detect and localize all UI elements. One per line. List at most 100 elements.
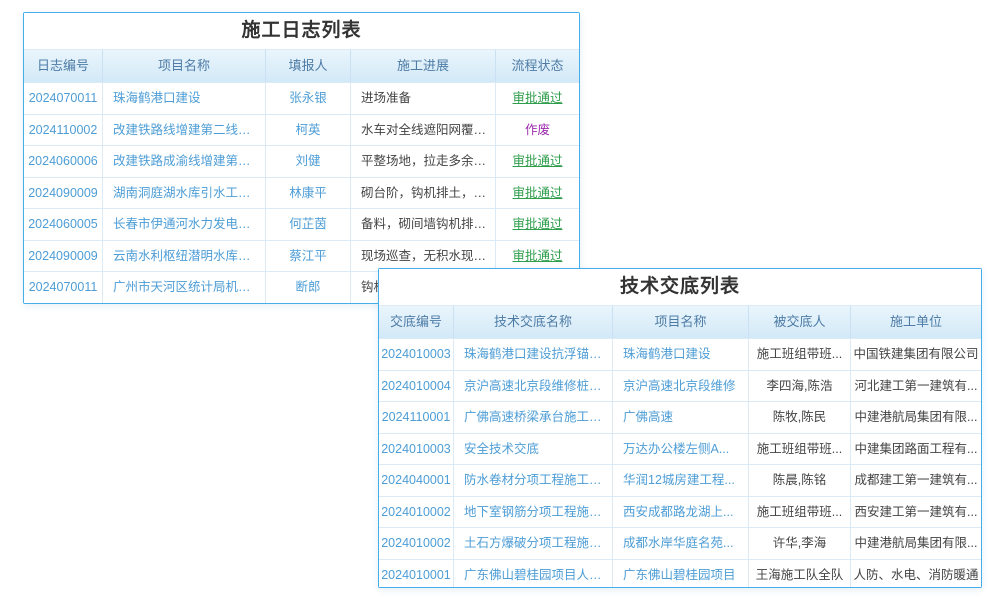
disclosure-unit-text: 成都建工第一建筑有...: [851, 465, 981, 496]
disclosure-name-link[interactable]: 广佛高速桥梁承台施工技...: [454, 402, 613, 433]
disclosure-person-text: 陈牧,陈民: [749, 402, 851, 433]
log-project-link[interactable]: 长春市伊通河水力发电厂...: [103, 209, 266, 240]
log-col-reporter: 填报人: [266, 50, 351, 82]
log-id-link[interactable]: 2024090009: [24, 241, 103, 272]
log-table-row: 2024110002改建铁路线增建第二线直...柯英水车对全线遮阳网覆盖点进..…: [24, 114, 579, 146]
log-progress-text: 进场准备: [351, 83, 496, 114]
disclosure-id-link[interactable]: 2024040001: [379, 465, 454, 496]
disclosure-id-link[interactable]: 2024010004: [379, 371, 454, 402]
technical-disclosure-title: 技术交底列表: [379, 269, 981, 305]
log-project-link[interactable]: 云南水利枢纽潜明水库一...: [103, 241, 266, 272]
disclosure-unit-text: 西安建工第一建筑有...: [851, 497, 981, 528]
log-reporter-link[interactable]: 柯英: [266, 115, 351, 146]
disclosure-name-link[interactable]: 珠海鹤港口建设抗浮锚杆...: [454, 339, 613, 370]
log-progress-text: 砌台阶，钩机排土，二包砌...: [351, 178, 496, 209]
disclosure-id-link[interactable]: 2024010001: [379, 560, 454, 588]
disclosure-person-text: 陈晨,陈铭: [749, 465, 851, 496]
log-reporter-link[interactable]: 刘健: [266, 146, 351, 177]
log-id-link[interactable]: 2024090009: [24, 178, 103, 209]
disclosure-table-row: 2024010002土石方爆破分项工程施工...成都水岸华庭名苑...许华,李海…: [379, 527, 981, 559]
log-progress-text: 现场巡查，无积水现象，水...: [351, 241, 496, 272]
disclosure-col-name: 技术交底名称: [454, 306, 613, 338]
disclosure-project-link[interactable]: 珠海鹤港口建设: [613, 339, 749, 370]
disclosure-project-link[interactable]: 西安成都路龙湖上...: [613, 497, 749, 528]
disclosure-person-text: 施工班组带班...: [749, 339, 851, 370]
log-progress-text: 备料，砌间墙钩机排土，瓦...: [351, 209, 496, 240]
disclosure-unit-text: 中建集团路面工程有...: [851, 434, 981, 465]
disclosure-name-link[interactable]: 安全技术交底: [454, 434, 613, 465]
log-project-link[interactable]: 湖南洞庭湖水库引水工程...: [103, 178, 266, 209]
disclosure-id-link[interactable]: 2024010003: [379, 339, 454, 370]
disclosure-unit-text: 人防、水电、消防暖通: [851, 560, 981, 588]
log-id-link[interactable]: 2024070011: [24, 272, 103, 303]
log-id-link[interactable]: 2024110002: [24, 115, 103, 146]
disclosure-person-text: 许华,李海: [749, 528, 851, 559]
log-project-link[interactable]: 珠海鹤港口建设: [103, 83, 266, 114]
construction-log-panel: 施工日志列表 日志编号 项目名称 填报人 施工进展 流程状态 202407001…: [23, 12, 580, 304]
disclosure-name-link[interactable]: 京沪高速北京段维修桩帽...: [454, 371, 613, 402]
log-col-id: 日志编号: [24, 50, 103, 82]
disclosure-project-link[interactable]: 华润12城房建工程...: [613, 465, 749, 496]
disclosure-person-text: 王海施工队全队: [749, 560, 851, 588]
log-project-link[interactable]: 改建铁路线增建第二线直...: [103, 115, 266, 146]
log-table-row: 2024060005长春市伊通河水力发电厂...何芷茵备料，砌间墙钩机排土，瓦.…: [24, 208, 579, 240]
log-col-status: 流程状态: [496, 50, 579, 82]
log-progress-text: 平整场地，拉走多余泥土15...: [351, 146, 496, 177]
log-status-link[interactable]: 审批通过: [496, 241, 579, 272]
disclosure-col-person: 被交底人: [749, 306, 851, 338]
log-col-project: 项目名称: [103, 50, 266, 82]
log-reporter-link[interactable]: 林康平: [266, 178, 351, 209]
log-status-link[interactable]: 审批通过: [496, 146, 579, 177]
disclosure-project-link[interactable]: 万达办公楼左侧A...: [613, 434, 749, 465]
disclosure-unit-text: 河北建工第一建筑有...: [851, 371, 981, 402]
disclosure-col-unit: 施工单位: [851, 306, 981, 338]
construction-log-title: 施工日志列表: [24, 13, 579, 49]
disclosure-table-header: 交底编号 技术交底名称 项目名称 被交底人 施工单位: [379, 305, 981, 338]
log-project-link[interactable]: 改建铁路成渝线增建第二...: [103, 146, 266, 177]
log-status-link[interactable]: 审批通过: [496, 83, 579, 114]
disclosure-person-text: 施工班组带班...: [749, 434, 851, 465]
disclosure-name-link[interactable]: 地下室钢筋分项工程施工...: [454, 497, 613, 528]
disclosure-table-row: 2024010001广东佛山碧桂园项目人防...广东佛山碧桂园项目王海施工队全队…: [379, 559, 981, 588]
technical-disclosure-panel: 技术交底列表 交底编号 技术交底名称 项目名称 被交底人 施工单位 202401…: [378, 268, 982, 588]
log-table-row: 2024090009湖南洞庭湖水库引水工程...林康平砌台阶，钩机排土，二包砌.…: [24, 177, 579, 209]
disclosure-table-row: 2024010002地下室钢筋分项工程施工...西安成都路龙湖上...施工班组带…: [379, 496, 981, 528]
log-id-link[interactable]: 2024060006: [24, 146, 103, 177]
disclosure-name-link[interactable]: 广东佛山碧桂园项目人防...: [454, 560, 613, 588]
disclosure-table-body: 2024010003珠海鹤港口建设抗浮锚杆...珠海鹤港口建设施工班组带班...…: [379, 338, 981, 587]
log-status-link[interactable]: 作废: [496, 115, 579, 146]
log-table-header: 日志编号 项目名称 填报人 施工进展 流程状态: [24, 49, 579, 82]
disclosure-id-link[interactable]: 2024110001: [379, 402, 454, 433]
disclosure-name-link[interactable]: 土石方爆破分项工程施工...: [454, 528, 613, 559]
disclosure-table-row: 2024010003珠海鹤港口建设抗浮锚杆...珠海鹤港口建设施工班组带班...…: [379, 338, 981, 370]
disclosure-id-link[interactable]: 2024010003: [379, 434, 454, 465]
disclosure-project-link[interactable]: 成都水岸华庭名苑...: [613, 528, 749, 559]
disclosure-unit-text: 中国铁建集团有限公司: [851, 339, 981, 370]
disclosure-person-text: 施工班组带班...: [749, 497, 851, 528]
disclosure-id-link[interactable]: 2024010002: [379, 497, 454, 528]
log-table-row: 2024070011珠海鹤港口建设张永银进场准备审批通过: [24, 82, 579, 114]
disclosure-project-link[interactable]: 京沪高速北京段维修: [613, 371, 749, 402]
log-col-progress: 施工进展: [351, 50, 496, 82]
disclosure-project-link[interactable]: 广东佛山碧桂园项目: [613, 560, 749, 588]
log-reporter-link[interactable]: 张永银: [266, 83, 351, 114]
disclosure-id-link[interactable]: 2024010002: [379, 528, 454, 559]
disclosure-project-link[interactable]: 广佛高速: [613, 402, 749, 433]
log-reporter-link[interactable]: 何芷茵: [266, 209, 351, 240]
log-table-row: 2024060006改建铁路成渝线增建第二...刘健平整场地，拉走多余泥土15.…: [24, 145, 579, 177]
disclosure-table-row: 2024010003安全技术交底万达办公楼左侧A...施工班组带班...中建集团…: [379, 433, 981, 465]
log-id-link[interactable]: 2024070011: [24, 83, 103, 114]
log-project-link[interactable]: 广州市天河区统计局机房...: [103, 272, 266, 303]
log-id-link[interactable]: 2024060005: [24, 209, 103, 240]
disclosure-col-id: 交底编号: [379, 306, 454, 338]
disclosure-table-row: 2024040001防水卷材分项工程施工技...华润12城房建工程...陈晨,陈…: [379, 464, 981, 496]
log-table-row: 2024090009云南水利枢纽潜明水库一...蔡江平现场巡查，无积水现象，水.…: [24, 240, 579, 272]
disclosure-name-link[interactable]: 防水卷材分项工程施工技...: [454, 465, 613, 496]
disclosure-table-row: 2024010004京沪高速北京段维修桩帽...京沪高速北京段维修李四海,陈浩河…: [379, 370, 981, 402]
disclosure-col-project: 项目名称: [613, 306, 749, 338]
log-status-link[interactable]: 审批通过: [496, 178, 579, 209]
disclosure-person-text: 李四海,陈浩: [749, 371, 851, 402]
log-reporter-link[interactable]: 断郎: [266, 272, 351, 303]
log-reporter-link[interactable]: 蔡江平: [266, 241, 351, 272]
log-status-link[interactable]: 审批通过: [496, 209, 579, 240]
